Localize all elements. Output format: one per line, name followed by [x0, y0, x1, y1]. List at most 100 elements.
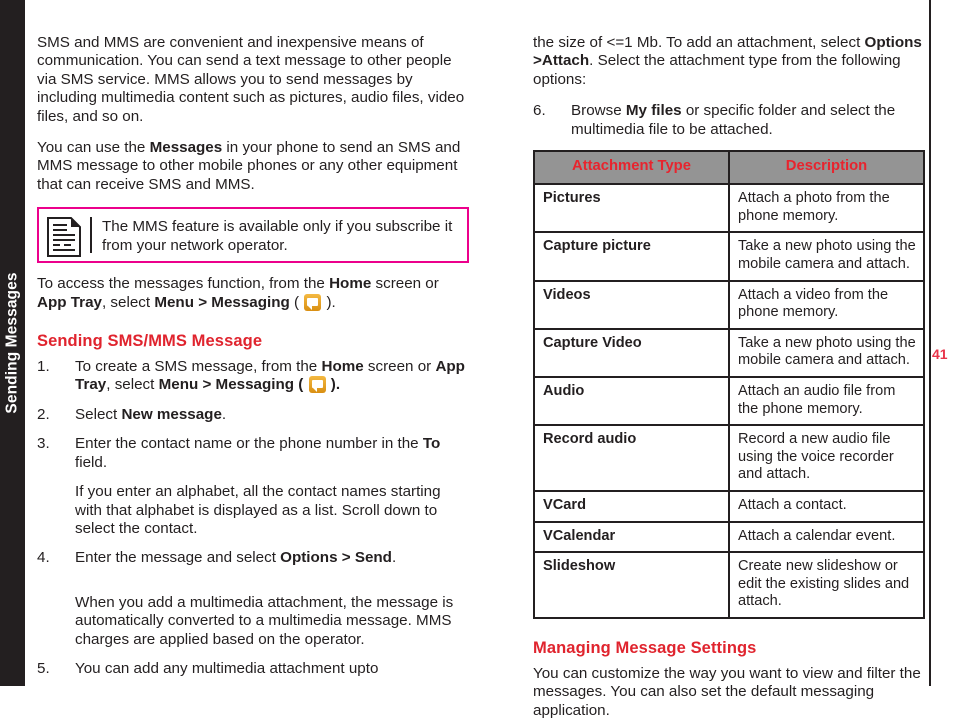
- step-body: Browse My files or specific folder and s…: [571, 102, 925, 139]
- table-head: Attachment Type Description: [533, 150, 925, 186]
- cont-part2: . Select the attachment type from the fo…: [533, 52, 901, 88]
- step4-bold-options: Options > Send: [280, 549, 392, 567]
- step6-bold-myfiles: My files: [625, 102, 682, 120]
- note-callout: The MMS feature is available only if you…: [37, 207, 469, 264]
- cell-description: Take a new photo using the mobile camera…: [728, 327, 925, 378]
- access-part5: ).: [322, 293, 336, 311]
- cell-attachment-type: VCalendar: [533, 520, 730, 554]
- cell-description: Attach an audio file from the phone memo…: [728, 375, 925, 427]
- cell-attachment-type: Videos: [533, 279, 730, 330]
- messaging-app-icon: [308, 376, 326, 394]
- cell-attachment-type: Pictures: [533, 183, 730, 234]
- table-header-row: Attachment Type Description: [533, 150, 925, 186]
- step3-part1: Enter the contact name or the phone numb…: [75, 435, 423, 453]
- step-number: 6.: [533, 102, 546, 120]
- section-heading-sending: Sending SMS/MMS Message: [37, 332, 263, 351]
- step-item-3: 3. Enter the contact name or the phone n…: [37, 435, 469, 538]
- column-header-attachment-type: Attachment Type: [533, 150, 730, 186]
- access-part1: To access the messages function, from th…: [37, 275, 330, 293]
- step2-bold-newmessage: New message: [121, 405, 222, 423]
- intro-p2-part1: You can use the: [37, 139, 150, 157]
- step3-part2: field.: [75, 453, 108, 471]
- access-part4: (: [289, 293, 304, 311]
- step3-subtext: If you enter an alphabet, all the contac…: [75, 483, 441, 537]
- left-column: SMS and MMS are convenient and inexpensi…: [37, 34, 469, 689]
- messaging-app-icon: [304, 293, 322, 311]
- cell-description: Take a new photo using the mobile camera…: [728, 231, 925, 282]
- step-number: 3.: [37, 435, 50, 453]
- cell-description: Attach a calendar event.: [728, 520, 925, 554]
- step-item-2: 2. Select New message.: [37, 406, 469, 424]
- table-row: VCard Attach a contact.: [533, 489, 925, 523]
- cell-attachment-type: Capture Video: [533, 327, 730, 378]
- access-bold-menu: Menu > Messaging: [154, 293, 290, 311]
- cell-description: Create new slideshow or edit the existin…: [728, 551, 925, 619]
- step4-part2: .: [391, 549, 397, 567]
- table-row: Capture Video Take a new photo using the…: [533, 327, 925, 378]
- section-heading-managing: Managing Message Settings: [533, 638, 757, 657]
- continuation-paragraph: the size of <=1 Mb. To add an attachment…: [533, 34, 925, 89]
- step1-bold-home: Home: [321, 358, 364, 376]
- table-row: Slideshow Create new slideshow or edit t…: [533, 551, 925, 619]
- step-body: Enter the message and select Options > S…: [75, 549, 469, 649]
- cell-attachment-type: VCard: [533, 489, 730, 523]
- step4-subtext: When you add a multimedia attachment, th…: [75, 593, 454, 648]
- access-bold-apptray: App Tray: [37, 293, 102, 311]
- step2-part1: Select: [75, 405, 122, 423]
- cell-attachment-type: Audio: [533, 375, 730, 427]
- step-item-6: 6. Browse My files or specific folder an…: [533, 102, 925, 139]
- step-body: You can add any multimedia attachment up…: [75, 659, 379, 677]
- cell-attachment-type: Slideshow: [533, 551, 730, 619]
- cont-part1: the size of <=1 Mb. To add an attachment…: [533, 34, 865, 51]
- step-item-1: 1. To create a SMS message, from the Hom…: [37, 358, 469, 395]
- step6-part1: Browse: [571, 102, 626, 120]
- steps-list: 1. To create a SMS message, from the Hom…: [37, 358, 469, 678]
- step3-bold-to: To: [422, 435, 441, 453]
- right-column: the size of <=1 Mb. To add an attachment…: [533, 34, 925, 720]
- step-item-4: 4. Enter the message and select Options …: [37, 549, 469, 649]
- step-body: Select New message.: [75, 406, 469, 424]
- column-header-description: Description: [728, 150, 925, 186]
- table-body: Pictures Attach a photo from the phone m…: [533, 183, 925, 619]
- cell-description: Record a new audio file using the voice …: [728, 424, 925, 492]
- step2-part2: .: [221, 405, 227, 423]
- step1-part4: (: [294, 376, 308, 394]
- note-divider: [90, 217, 92, 254]
- access-part2: screen or: [371, 275, 439, 293]
- right-edge-rule: [929, 0, 931, 686]
- attachment-types-table: Attachment Type Description Pictures Att…: [533, 150, 925, 619]
- step-number: 5.: [37, 659, 50, 677]
- access-bold-home: Home: [329, 275, 372, 293]
- cell-description: Attach a photo from the phone memory.: [728, 183, 925, 234]
- step1-part1: To create a SMS message, from the: [75, 358, 322, 376]
- step-body: To create a SMS message, from the Home s…: [75, 358, 469, 395]
- step4-part1: Enter the message and select: [75, 549, 281, 567]
- intro-paragraph-1: SMS and MMS are convenient and inexpensi…: [37, 34, 465, 125]
- table-row: Record audio Record a new audio file usi…: [533, 424, 925, 492]
- step-number: 1.: [37, 358, 50, 376]
- table-row: Audio Attach an audio file from the phon…: [533, 375, 925, 427]
- table-row: Videos Attach a video from the phone mem…: [533, 279, 925, 330]
- step1-part2: screen or: [363, 358, 436, 376]
- document-note-icon: [47, 217, 81, 258]
- access-messages-line: To access the messages function, from th…: [37, 275, 469, 312]
- table-row: Capture picture Take a new photo using t…: [533, 231, 925, 282]
- cell-description: Attach a video from the phone memory.: [728, 279, 925, 330]
- cell-attachment-type: Record audio: [533, 424, 730, 492]
- step-body: Enter the contact name or the phone numb…: [75, 435, 469, 538]
- closing-paragraph: You can customize the way you want to vi…: [533, 664, 921, 719]
- note-text: The MMS feature is available only if you…: [102, 218, 453, 254]
- page-number: 41: [932, 346, 948, 362]
- side-tab-label: Sending Messages: [3, 272, 21, 414]
- step-item-5: 5. You can add any multimedia attachment…: [37, 660, 469, 678]
- table-row: VCalendar Attach a calendar event.: [533, 520, 925, 554]
- intro-paragraph-2: You can use the Messages in your phone t…: [37, 139, 469, 194]
- step-number: 2.: [37, 405, 50, 423]
- cell-description: Attach a contact.: [728, 489, 925, 523]
- step1-bold-menu: Menu > Messaging: [158, 376, 295, 394]
- intro-p2-bold: Messages: [149, 139, 223, 157]
- table-row: Pictures Attach a photo from the phone m…: [533, 183, 925, 234]
- side-tab-label-wrap: Sending Messages: [0, 0, 25, 686]
- access-part3: , select: [101, 293, 155, 311]
- cell-attachment-type: Capture picture: [533, 231, 730, 282]
